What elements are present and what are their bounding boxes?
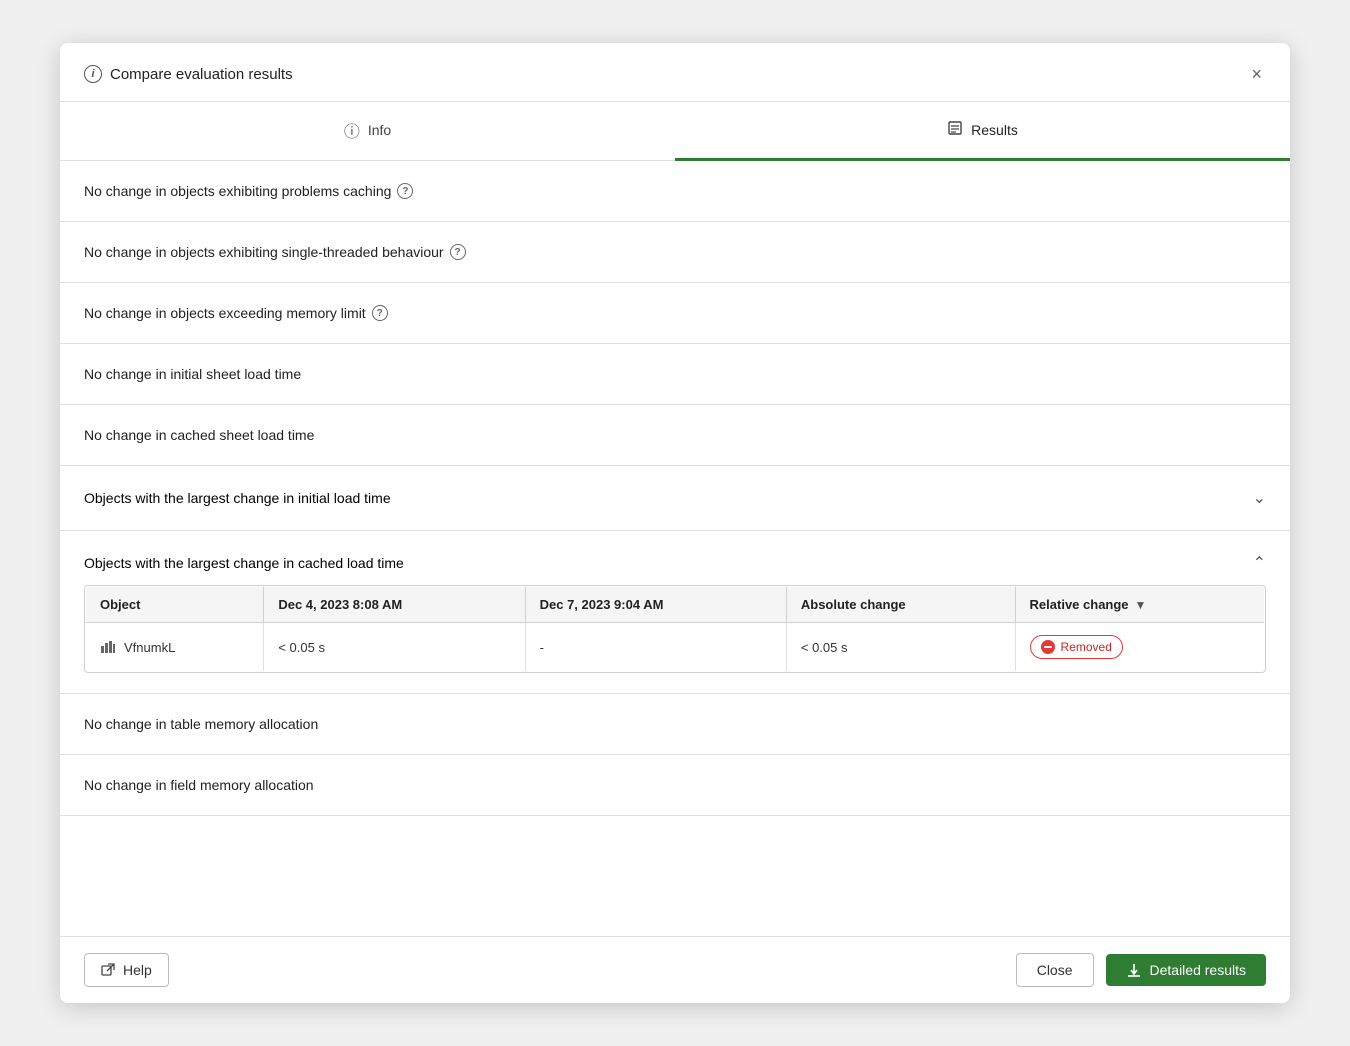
object-name: VfnumkL xyxy=(124,640,175,655)
dialog-footer: Help Close Detailed results xyxy=(60,936,1290,1003)
cell-absolute: < 0.05 s xyxy=(786,623,1015,672)
close-action-button[interactable]: Close xyxy=(1016,953,1094,987)
section-largest-initial-load[interactable]: Objects with the largest change in initi… xyxy=(60,466,1290,531)
compare-dialog: i Compare evaluation results × ⓘ Info Re… xyxy=(60,43,1290,1003)
th-absolute: Absolute change xyxy=(786,587,1015,623)
th-object: Object xyxy=(86,587,264,623)
section-initial-sheet-load-text: No change in initial sheet load time xyxy=(84,366,301,382)
th-col1: Dec 4, 2023 8:08 AM xyxy=(264,587,525,623)
section-largest-initial-load-text: Objects with the largest change in initi… xyxy=(84,490,391,506)
removed-label: Removed xyxy=(1061,640,1112,654)
section-cached-sheet-load-text: No change in cached sheet load time xyxy=(84,427,314,443)
problems-caching-help-icon[interactable]: ? xyxy=(397,183,413,199)
results-table: Object Dec 4, 2023 8:08 AM Dec 7, 2023 9… xyxy=(85,586,1265,672)
section-table-memory: No change in table memory allocation xyxy=(60,694,1290,755)
section-field-memory-text: No change in field memory allocation xyxy=(84,777,314,793)
dialog-title: i Compare evaluation results xyxy=(84,65,293,83)
tab-results-label: Results xyxy=(971,122,1018,138)
tab-info[interactable]: ⓘ Info xyxy=(60,102,675,161)
download-icon xyxy=(1126,962,1142,978)
table-header-row: Object Dec 4, 2023 8:08 AM Dec 7, 2023 9… xyxy=(86,587,1265,623)
th-col2: Dec 7, 2023 9:04 AM xyxy=(525,587,786,623)
title-info-icon: i xyxy=(84,65,102,83)
cell-col2: - xyxy=(525,623,786,672)
help-button[interactable]: Help xyxy=(84,953,169,987)
external-link-icon xyxy=(101,963,115,977)
cell-col1: < 0.05 s xyxy=(264,623,525,672)
removed-badge: Removed xyxy=(1030,635,1123,659)
section-largest-initial-load-chevron: ⌄ xyxy=(1253,488,1266,508)
th-relative[interactable]: Relative change ▼ xyxy=(1015,587,1264,623)
single-threaded-help-icon[interactable]: ? xyxy=(450,244,466,260)
section-largest-cached-load-chevron: ⌃ xyxy=(1253,553,1266,573)
section-table-memory-text: No change in table memory allocation xyxy=(84,716,318,732)
info-tab-icon: ⓘ xyxy=(344,118,360,142)
cell-relative: Removed xyxy=(1015,623,1264,672)
dialog-title-text: Compare evaluation results xyxy=(110,66,293,83)
dialog-header: i Compare evaluation results × xyxy=(60,43,1290,102)
tab-results[interactable]: Results xyxy=(675,102,1290,161)
results-tab-icon xyxy=(947,120,963,141)
detailed-results-button[interactable]: Detailed results xyxy=(1106,954,1267,986)
section-problems-caching: No change in objects exhibiting problems… xyxy=(60,161,1290,222)
section-field-memory: No change in field memory allocation xyxy=(60,755,1290,816)
section-cached-sheet-load: No change in cached sheet load time xyxy=(60,405,1290,466)
memory-limit-help-icon[interactable]: ? xyxy=(372,305,388,321)
section-memory-limit: No change in objects exceeding memory li… xyxy=(60,283,1290,344)
section-initial-sheet-load: No change in initial sheet load time xyxy=(60,344,1290,405)
detailed-results-label: Detailed results xyxy=(1150,962,1247,978)
removed-dot-icon xyxy=(1041,640,1055,654)
section-largest-cached-load-text: Objects with the largest change in cache… xyxy=(84,555,404,571)
section-largest-cached-load[interactable]: Objects with the largest change in cache… xyxy=(60,531,1290,585)
table-wrapper: Object Dec 4, 2023 8:08 AM Dec 7, 2023 9… xyxy=(84,585,1266,673)
cell-object: VfnumkL xyxy=(86,623,264,672)
tab-bar: ⓘ Info Results xyxy=(60,102,1290,161)
dialog-content: No change in objects exhibiting problems… xyxy=(60,161,1290,936)
table-row: VfnumkL < 0.05 s - < 0.05 s Removed xyxy=(86,623,1265,672)
section-memory-limit-text: No change in objects exceeding memory li… xyxy=(84,305,366,321)
section-single-threaded-text: No change in objects exhibiting single-t… xyxy=(84,244,444,260)
section-problems-caching-text: No change in objects exhibiting problems… xyxy=(84,183,391,199)
footer-actions: Close Detailed results xyxy=(1016,953,1266,987)
bar-chart-icon xyxy=(100,640,116,654)
section-single-threaded: No change in objects exhibiting single-t… xyxy=(60,222,1290,283)
cached-load-table-container: Object Dec 4, 2023 8:08 AM Dec 7, 2023 9… xyxy=(60,585,1290,694)
dialog-close-button[interactable]: × xyxy=(1247,61,1266,87)
help-label: Help xyxy=(123,962,152,978)
tab-info-label: Info xyxy=(368,122,391,138)
sort-icon: ▼ xyxy=(1135,598,1147,612)
